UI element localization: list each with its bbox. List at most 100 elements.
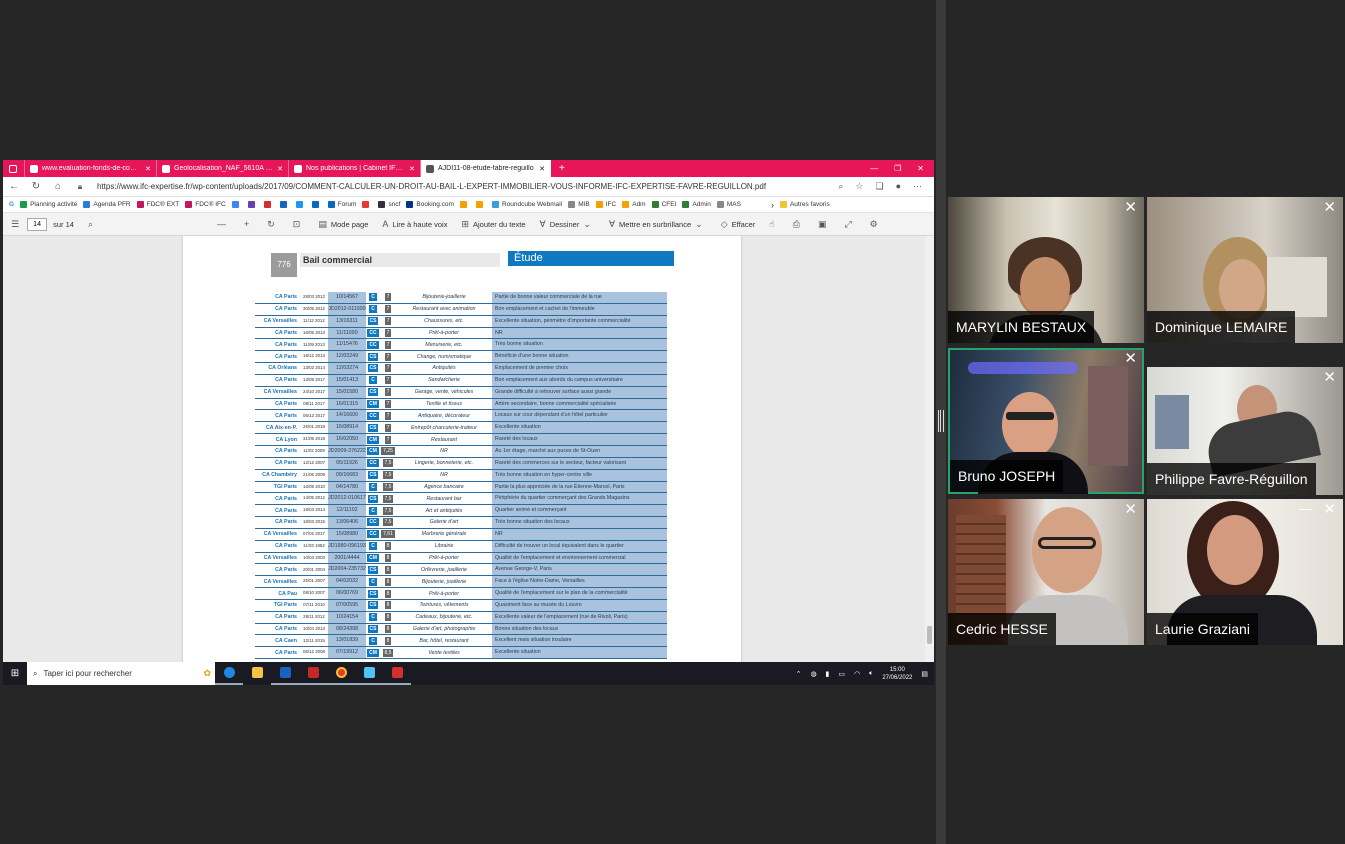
search-icon[interactable]: ⌕ xyxy=(88,219,97,230)
network-icon[interactable]: ◍ xyxy=(810,670,816,678)
browser-tab[interactable]: www.evaluation-fonds-de-comm ✕ xyxy=(25,160,157,177)
draw-button[interactable]: ∀ Dessiner ⌄ xyxy=(540,219,595,230)
battery-icon[interactable]: ▭ xyxy=(838,670,845,678)
page-number-input[interactable] xyxy=(27,217,48,231)
print-icon[interactable]: ⎙ xyxy=(793,219,804,230)
notifications-icon[interactable]: ▤ xyxy=(921,670,928,678)
pdf-scrollbar[interactable] xyxy=(925,236,934,662)
maximize-window-icon[interactable]: ❐ xyxy=(894,164,901,173)
bookmark-icon[interactable] xyxy=(475,201,486,208)
bookmark-icon[interactable] xyxy=(295,201,306,208)
chrome-icon[interactable] xyxy=(327,662,355,685)
bookmark-folder[interactable]: Autres favoris xyxy=(779,201,830,208)
resize-handle-icon[interactable] xyxy=(938,410,944,432)
scrollbar-thumb[interactable] xyxy=(927,626,932,644)
participant-tile[interactable]: Philippe Favre-Réguillon ✕ xyxy=(1147,367,1343,495)
contents-icon[interactable]: ☰ xyxy=(11,219,23,230)
close-icon[interactable]: ✕ xyxy=(1323,502,1336,518)
participant-tile[interactable]: Laurie Graziani — ✕ xyxy=(1147,499,1343,645)
file-explorer-icon[interactable] xyxy=(243,662,271,685)
microphone-icon[interactable]: ▮ xyxy=(826,670,830,678)
bookmark-item[interactable]: IFC xyxy=(595,201,616,208)
clock[interactable]: 15:00 27/06/2022 xyxy=(882,666,912,682)
chevron-up-icon[interactable]: ⌃ xyxy=(796,670,802,678)
profile-icon[interactable]: ● xyxy=(896,181,901,192)
touch-icon[interactable]: ☝ xyxy=(769,219,778,230)
page-mode-button[interactable]: ▤ Mode page xyxy=(318,219,368,230)
bookmark-item[interactable]: FDC® IFC xyxy=(185,201,226,208)
browser-tab[interactable]: Geolocalisation_NAF_5610A (20 ✕ xyxy=(157,160,289,177)
close-window-icon[interactable]: ✕ xyxy=(917,164,924,173)
close-icon[interactable]: ✕ xyxy=(1124,351,1137,367)
taskbar-search[interactable]: ⌕ Taper ici pour rechercher ✿ xyxy=(27,662,215,685)
bookmark-item[interactable]: MIB xyxy=(568,201,590,208)
close-icon[interactable]: ✕ xyxy=(1124,502,1137,518)
reload-icon[interactable]: ↻ xyxy=(25,181,47,192)
tab-close-icon[interactable]: ✕ xyxy=(409,165,415,173)
bookmark-icon[interactable] xyxy=(311,201,322,208)
bookmark-item[interactable]: Admin xyxy=(682,201,711,208)
bookmark-item[interactable]: CFEI xyxy=(651,201,676,208)
browser-tab-active[interactable]: AJDI11-08-etude-fabre-reguillo ✕ xyxy=(421,160,551,177)
outlook-icon[interactable] xyxy=(271,662,299,685)
bookmark-icon[interactable] xyxy=(362,201,372,208)
wifi-icon[interactable]: ◠ xyxy=(854,670,860,678)
tab-close-icon[interactable]: ✕ xyxy=(145,165,151,173)
bookmark-icon[interactable] xyxy=(279,201,290,208)
zoom-out-icon[interactable]: — xyxy=(217,219,230,229)
tab-close-icon[interactable]: ✕ xyxy=(277,165,283,173)
edge-icon[interactable] xyxy=(215,662,243,685)
url-field[interactable]: https://www.ifc-expertise.fr/wp-content/… xyxy=(97,182,838,191)
add-text-button[interactable]: ⊞ Ajouter du texte xyxy=(461,219,525,230)
bookmark-item[interactable]: MAS xyxy=(716,201,741,208)
minimize-window-icon[interactable]: — xyxy=(870,164,878,173)
bookmark-item[interactable]: sncf xyxy=(378,201,400,208)
zoom-in-icon[interactable]: + xyxy=(244,219,253,229)
app-icon[interactable] xyxy=(355,662,383,685)
pdf-viewer[interactable]: 776 Bail commercial Étude CA Paris 28/03 … xyxy=(3,236,934,662)
read-aloud-button[interactable]: A Lire à haute voix xyxy=(382,219,447,229)
back-icon[interactable]: ← xyxy=(3,181,25,192)
favorite-icon[interactable]: ☆ xyxy=(855,181,863,192)
browser-tab[interactable]: Nos publications | Cabinet IFC E ✕ xyxy=(289,160,421,177)
tab-list-icon[interactable] xyxy=(3,160,25,177)
bookmark-icon[interactable] xyxy=(231,201,242,208)
fit-page-icon[interactable]: ⊡ xyxy=(293,219,305,230)
bookmark-google-icon[interactable]: G xyxy=(9,201,14,208)
erase-button[interactable]: ◇ Effacer xyxy=(721,219,756,230)
participant-tile[interactable]: Cedric HESSE ✕ xyxy=(948,499,1144,645)
participant-tile[interactable]: MARYLIN BESTAUX ✕ xyxy=(948,197,1144,343)
volume-icon[interactable]: 🔈︎ xyxy=(869,670,873,678)
app-icon[interactable] xyxy=(299,662,327,685)
close-icon[interactable]: ✕ xyxy=(1323,370,1336,386)
bookmark-item[interactable]: Planning activité xyxy=(20,201,77,208)
collections-icon[interactable]: ❏ xyxy=(875,181,883,192)
panel-divider[interactable] xyxy=(936,0,946,844)
bookmark-item[interactable]: Forum xyxy=(327,201,356,208)
new-tab-icon[interactable]: + xyxy=(551,163,573,174)
bookmark-item[interactable]: Roundcube Webmail xyxy=(491,201,562,208)
bookmark-item[interactable]: FDC® EXT xyxy=(136,201,179,208)
minimize-icon[interactable]: — xyxy=(1299,502,1312,516)
save-icon[interactable]: ▣ xyxy=(818,219,831,230)
zoom-icon[interactable]: ⌕ xyxy=(838,181,843,192)
bookmark-item[interactable]: Booking.com xyxy=(406,201,454,208)
highlight-button[interactable]: ∀ Mettre en surbrillance ⌄ xyxy=(609,219,707,230)
rotate-icon[interactable]: ↻ xyxy=(267,219,279,230)
windows-start-icon[interactable]: ⊞ xyxy=(3,668,27,679)
tab-close-icon[interactable]: ✕ xyxy=(539,165,545,173)
participant-tile[interactable]: Dominique LEMAIRE ✕ xyxy=(1147,197,1343,343)
bookmark-icon[interactable] xyxy=(459,201,470,208)
bookmark-item[interactable]: Adm xyxy=(622,201,646,208)
acrobat-icon[interactable] xyxy=(383,662,411,685)
close-icon[interactable]: ✕ xyxy=(1124,200,1137,216)
settings-icon[interactable]: ⚙ xyxy=(870,219,882,230)
close-icon[interactable]: ✕ xyxy=(1323,200,1336,216)
more-icon[interactable]: ··· xyxy=(913,181,922,192)
bookmark-item[interactable]: Agenda PFR xyxy=(83,201,131,208)
participant-tile-active-speaker[interactable]: Bruno JOSEPH ✕ xyxy=(948,348,1144,494)
chevron-right-icon[interactable]: › xyxy=(771,200,774,210)
bookmark-icon[interactable] xyxy=(263,201,274,208)
fullscreen-icon[interactable]: ⤢ xyxy=(844,219,855,230)
bookmark-icon[interactable] xyxy=(247,201,258,208)
